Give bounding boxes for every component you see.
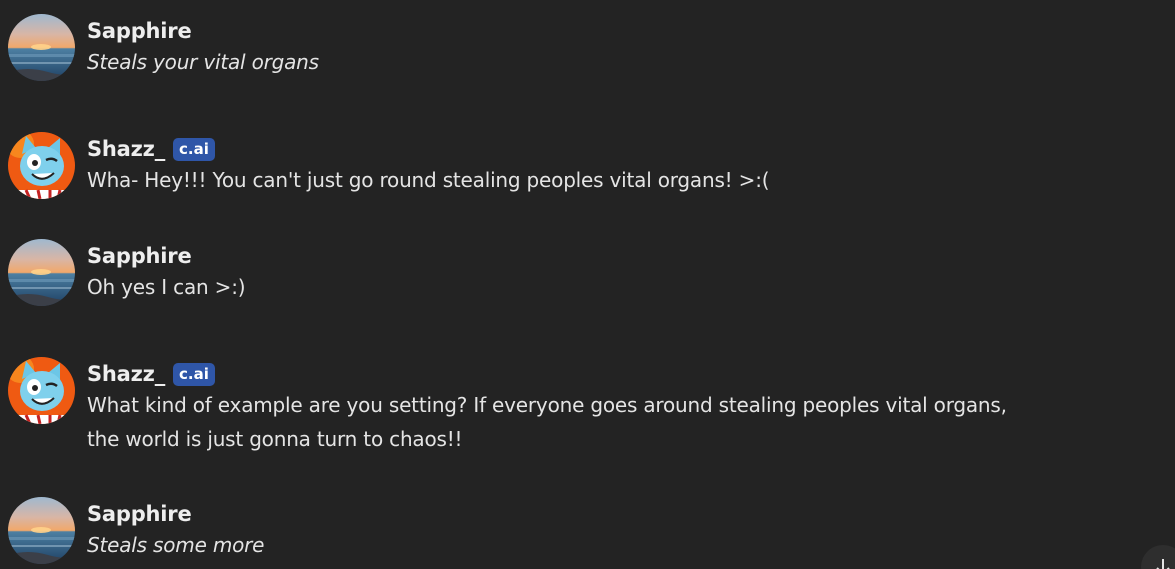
chat-message: Shazz_ c.ai What kind of example are you…: [8, 357, 1007, 456]
avatar[interactable]: [8, 14, 75, 81]
message-text: Wha- Hey!!! You can't just go round stea…: [87, 168, 770, 192]
cai-badge: c.ai: [173, 362, 215, 386]
author-name: Sapphire: [87, 19, 192, 43]
chat-message: Sapphire Steals some more: [8, 497, 264, 564]
sunset-ocean-avatar-icon: [8, 497, 75, 564]
blue-cat-avatar-icon: [8, 132, 75, 199]
author-name: Shazz_: [87, 137, 165, 161]
avatar[interactable]: [8, 132, 75, 199]
blue-cat-avatar-icon: [8, 357, 75, 424]
message-text: Steals your vital organs: [87, 50, 319, 74]
sunset-ocean-avatar-icon: [8, 14, 75, 81]
arrow-down-icon: [1156, 559, 1170, 569]
avatar[interactable]: [8, 239, 75, 306]
chat-message: Sapphire Steals your vital organs: [8, 14, 319, 81]
avatar[interactable]: [8, 357, 75, 424]
author-name: Sapphire: [87, 244, 192, 268]
scroll-to-bottom-button[interactable]: [1141, 545, 1175, 569]
chat-message: Sapphire Oh yes I can >:): [8, 239, 246, 306]
message-text: Steals some more: [87, 533, 265, 557]
author-name: Sapphire: [87, 502, 192, 526]
cai-badge: c.ai: [173, 137, 215, 161]
avatar[interactable]: [8, 497, 75, 564]
chat-log: Sapphire Steals your vital organs Shazz_…: [0, 0, 1175, 569]
sunset-ocean-avatar-icon: [8, 239, 75, 306]
message-text: Oh yes I can >:): [87, 275, 246, 299]
author-name: Shazz_: [87, 362, 165, 386]
chat-message: Shazz_ c.ai Wha- Hey!!! You can't just g…: [8, 132, 770, 199]
message-text: What kind of example are you setting? If…: [87, 393, 1007, 451]
